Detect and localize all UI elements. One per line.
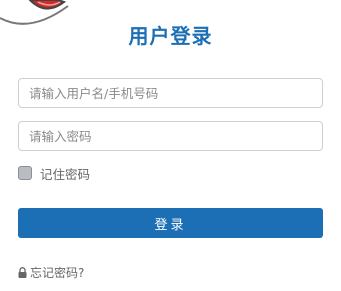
page-title: 用户登录 [128, 24, 213, 48]
remember-password-option[interactable]: 记住密码 [18, 164, 90, 182]
forgot-password-link[interactable]: 忘记密码? [18, 264, 84, 281]
lock-icon [18, 267, 27, 278]
login-button[interactable]: 登录 [18, 208, 323, 238]
remember-password-label: 记住密码 [40, 166, 91, 182]
username-input[interactable] [18, 78, 323, 108]
forgot-password-label: 忘记密码? [30, 266, 85, 280]
login-panel: 用户登录 记住密码 登录 忘记密码? [0, 0, 341, 291]
password-input[interactable] [18, 121, 323, 151]
remember-password-checkbox[interactable] [18, 166, 32, 180]
